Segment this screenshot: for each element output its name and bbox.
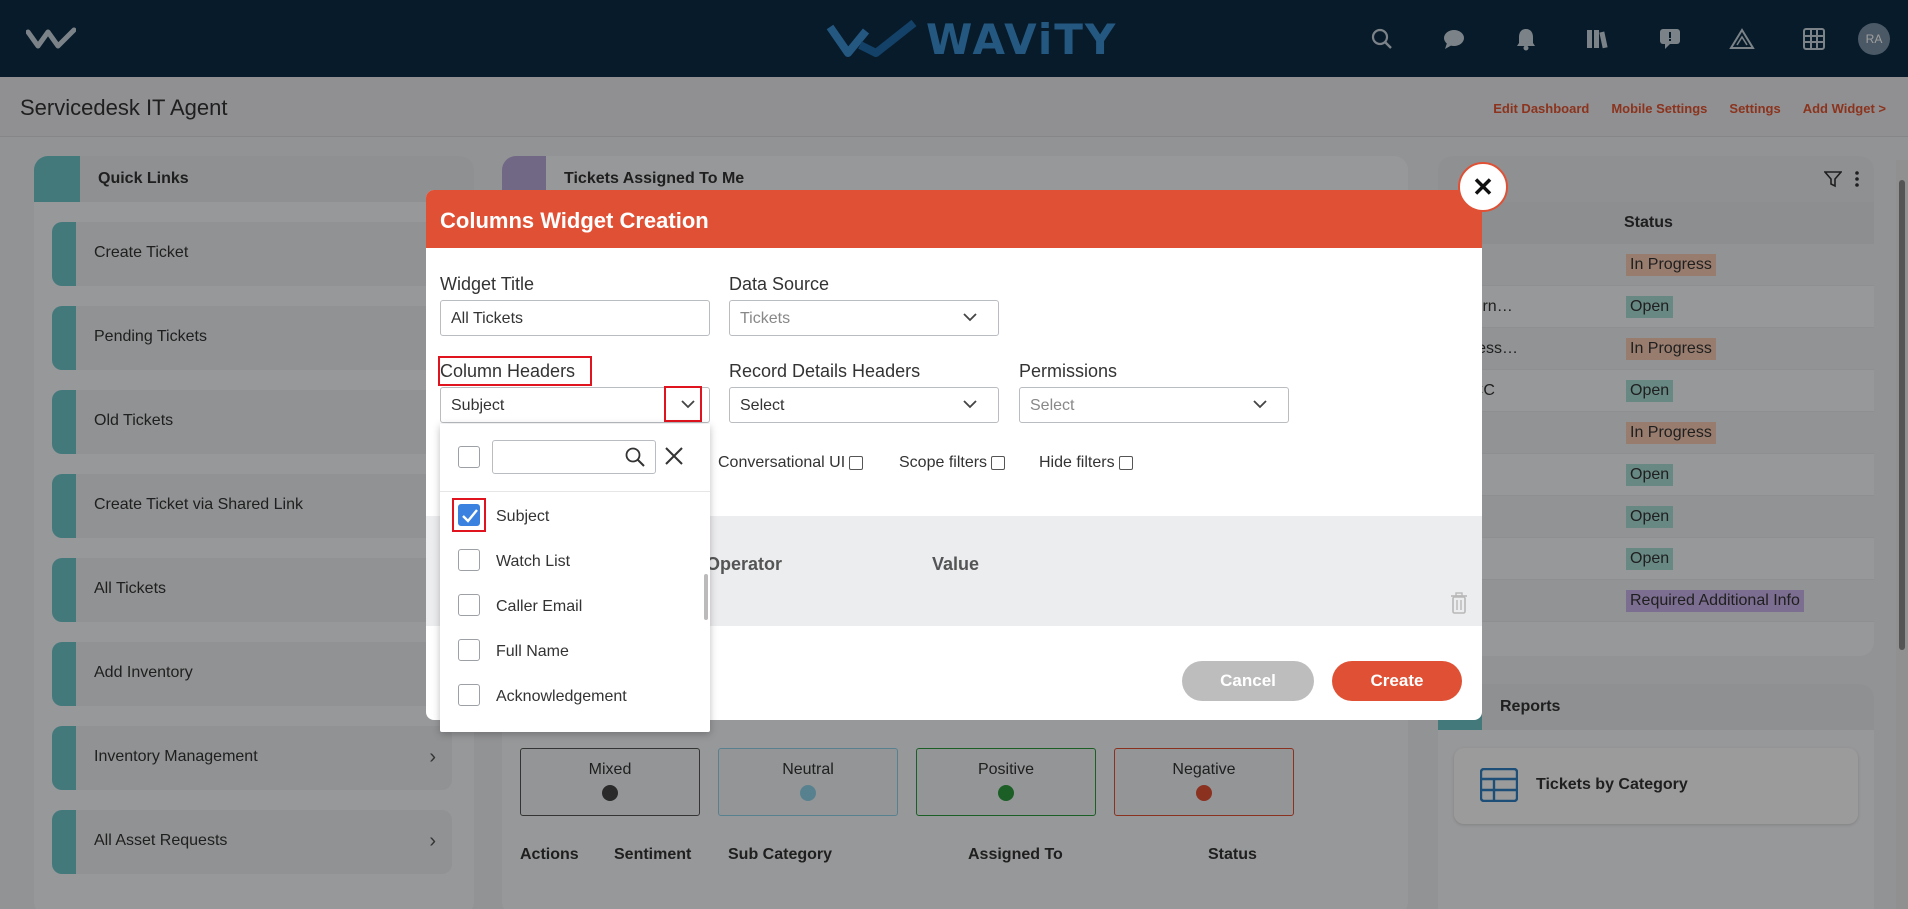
modal-title: Columns Widget Creation [440, 208, 709, 233]
option-label: Caller Email [496, 598, 583, 615]
hide-filters-option: Hide filters [1039, 454, 1133, 472]
highlight-column-headers-toggle [664, 386, 702, 422]
option-label: Subject [496, 508, 550, 525]
clear-search-icon[interactable] [664, 446, 684, 471]
conversational-ui-checkbox[interactable] [849, 456, 864, 470]
option-checkbox[interactable] [458, 639, 480, 661]
chevron-down-icon [962, 309, 978, 330]
search-icon [625, 447, 645, 472]
highlight-column-headers-label [438, 356, 592, 386]
select-all-checkbox[interactable] [458, 446, 480, 468]
data-source-select[interactable]: Tickets [729, 300, 999, 336]
option-checkbox[interactable] [458, 549, 480, 571]
value-header: Value [932, 554, 980, 574]
dropdown-option[interactable]: Subject [440, 494, 710, 538]
record-details-label: Record Details Headers [729, 361, 921, 381]
chevron-down-icon [962, 396, 978, 417]
option-checkbox[interactable] [458, 594, 480, 616]
option-label: Watch List [496, 553, 571, 570]
close-icon[interactable]: ✕ [1458, 162, 1508, 212]
option-checkbox[interactable] [458, 684, 480, 706]
widget-title-label: Widget Title [440, 274, 535, 294]
option-label: Acknowledgement [496, 688, 627, 705]
record-details-select[interactable]: Select [729, 387, 999, 423]
column-headers-dropdown: Subject Watch List Caller Email Full Name Ac… [440, 424, 710, 732]
trash-icon[interactable] [1450, 592, 1468, 619]
conversational-ui-option: Conversational UI [718, 454, 864, 472]
data-source-label: Data Source [729, 274, 830, 294]
chevron-down-icon [1252, 396, 1268, 417]
permissions-label: Permissions [1019, 361, 1118, 381]
dropdown-option[interactable]: Full Name [440, 629, 710, 673]
dropdown-option[interactable]: Watch List [440, 539, 710, 583]
operator-header: Operator [706, 554, 783, 574]
scope-filters-option: Scope filters [899, 454, 1006, 472]
dropdown-scrollbar[interactable] [704, 574, 708, 620]
scope-filters-checkbox[interactable] [991, 456, 1006, 470]
cancel-button[interactable]: Cancel [1182, 661, 1314, 701]
dropdown-option[interactable]: Caller Email [440, 584, 710, 628]
permissions-select[interactable]: Select [1019, 387, 1289, 423]
highlight-subject-checkbox [452, 498, 486, 532]
dropdown-option[interactable]: Acknowledgement [440, 674, 710, 718]
dropdown-search-input[interactable] [492, 440, 656, 474]
widget-title-input[interactable]: All Tickets [440, 300, 710, 336]
option-label: Full Name [496, 643, 569, 660]
create-button[interactable]: Create [1332, 661, 1462, 701]
hide-filters-checkbox[interactable] [1118, 456, 1133, 470]
